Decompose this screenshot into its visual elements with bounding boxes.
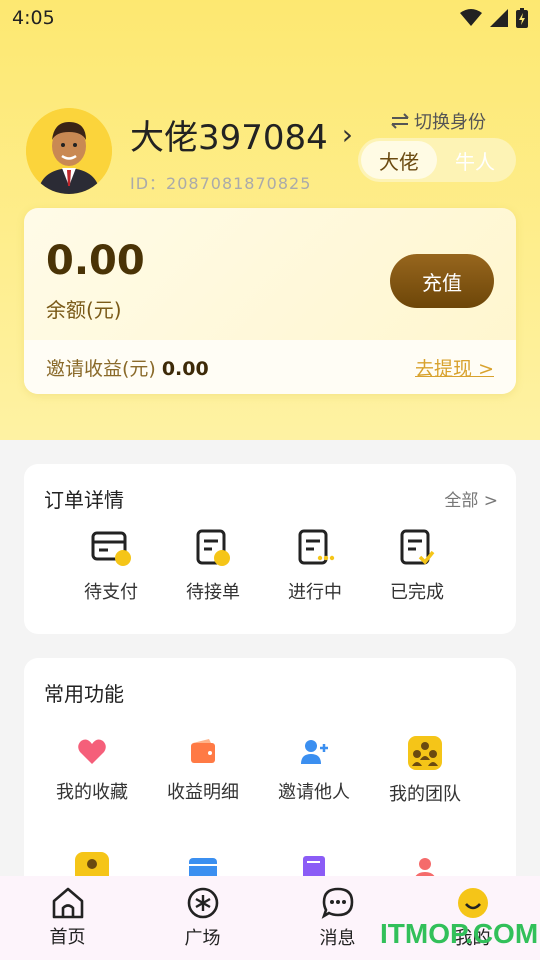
feature-favorites[interactable]: 我的收藏 — [42, 736, 142, 804]
role-toggle[interactable]: 大佬 牛人 — [358, 138, 516, 182]
chevron-right-icon: › — [341, 118, 353, 151]
avatar[interactable] — [26, 108, 112, 194]
feature-invite-others-label: 邀请他人 — [278, 782, 350, 803]
invite-earnings: 邀请收益(元) 0.00 — [46, 354, 209, 381]
order-in-progress[interactable]: 进行中 — [265, 528, 365, 604]
order-pending-payment[interactable]: 待支付 — [61, 528, 161, 604]
role-option-niuren[interactable]: 牛人 — [437, 141, 513, 179]
doc-pending-icon — [196, 529, 230, 566]
feature-favorites-label: 我的收藏 — [56, 782, 128, 803]
order-completed[interactable]: 已完成 — [367, 528, 467, 604]
order-in-progress-label: 进行中 — [288, 582, 342, 603]
order-details-card: 订单详情 全部 > 待支付 待接单 进行中 已完成 — [24, 464, 516, 634]
watermark: ITMOP.COM — [380, 918, 539, 949]
balance-card: 0.00 余额(元) 充值 邀请收益(元) 0.00 去提现 > — [24, 208, 516, 394]
switch-arrows-icon — [391, 113, 409, 129]
order-all-link[interactable]: 全部 > — [444, 486, 498, 511]
username-row[interactable]: 大佬397084 › — [130, 110, 353, 159]
order-pending-payment-label: 待支付 — [84, 582, 138, 603]
role-option-dalao[interactable]: 大佬 — [361, 141, 437, 179]
common-functions-card: 常用功能 我的收藏 收益明细 邀请他人 我的团队 — [24, 658, 516, 898]
invite-earnings-row: 邀请收益(元) 0.00 去提现 > — [24, 340, 516, 394]
tab-plaza-label: 广场 — [184, 928, 221, 949]
order-completed-label: 已完成 — [390, 582, 444, 603]
balance-amount: 0.00 — [46, 238, 145, 284]
doc-done-icon — [400, 529, 435, 565]
switch-identity-text: 切换身份 — [414, 112, 486, 133]
home-icon — [52, 887, 83, 919]
wallet-pending-icon — [91, 531, 131, 566]
plaza-icon — [187, 887, 218, 919]
balance-label: 余额(元) — [46, 298, 122, 322]
user-id: ID：2087081870825 — [130, 174, 312, 193]
battery-icon — [516, 8, 528, 28]
tab-plaza[interactable]: 广场 — [135, 876, 270, 960]
username: 大佬397084 — [130, 118, 328, 158]
recharge-button[interactable]: 充值 — [390, 254, 494, 308]
invite-earnings-label: 邀请收益(元) — [46, 357, 156, 380]
common-functions-title: 常用功能 — [44, 682, 124, 706]
order-pending-accept[interactable]: 待接单 — [163, 528, 263, 604]
feature-invite-others[interactable]: 邀请他人 — [264, 736, 364, 804]
feature-my-team-label: 我的团队 — [389, 784, 461, 805]
signal-icon — [490, 9, 508, 27]
withdraw-link[interactable]: 去提现 > — [415, 354, 494, 381]
heart-icon — [78, 739, 106, 764]
add-user-icon — [301, 740, 328, 764]
wifi-icon — [460, 9, 482, 26]
smile-icon — [457, 888, 488, 918]
feature-earnings-detail-label: 收益明细 — [167, 782, 239, 803]
wallet-icon — [191, 739, 215, 763]
tab-messages-label: 消息 — [319, 928, 356, 949]
team-icon — [408, 736, 442, 770]
order-details-title: 订单详情 — [44, 488, 124, 512]
message-icon — [321, 887, 353, 919]
status-bar: 4:05 — [0, 0, 540, 36]
invite-earnings-value: 0.00 — [161, 357, 209, 380]
switch-identity-label[interactable]: 切换身份 — [390, 108, 486, 134]
tab-home-label: 首页 — [49, 927, 86, 948]
tab-home[interactable]: 首页 — [0, 876, 135, 960]
feature-my-team[interactable]: 我的团队 — [375, 736, 475, 806]
order-pending-accept-label: 待接单 — [186, 582, 240, 603]
status-time: 4:05 — [12, 7, 55, 29]
doc-inprogress-icon — [298, 529, 335, 565]
feature-earnings-detail[interactable]: 收益明细 — [153, 736, 253, 804]
